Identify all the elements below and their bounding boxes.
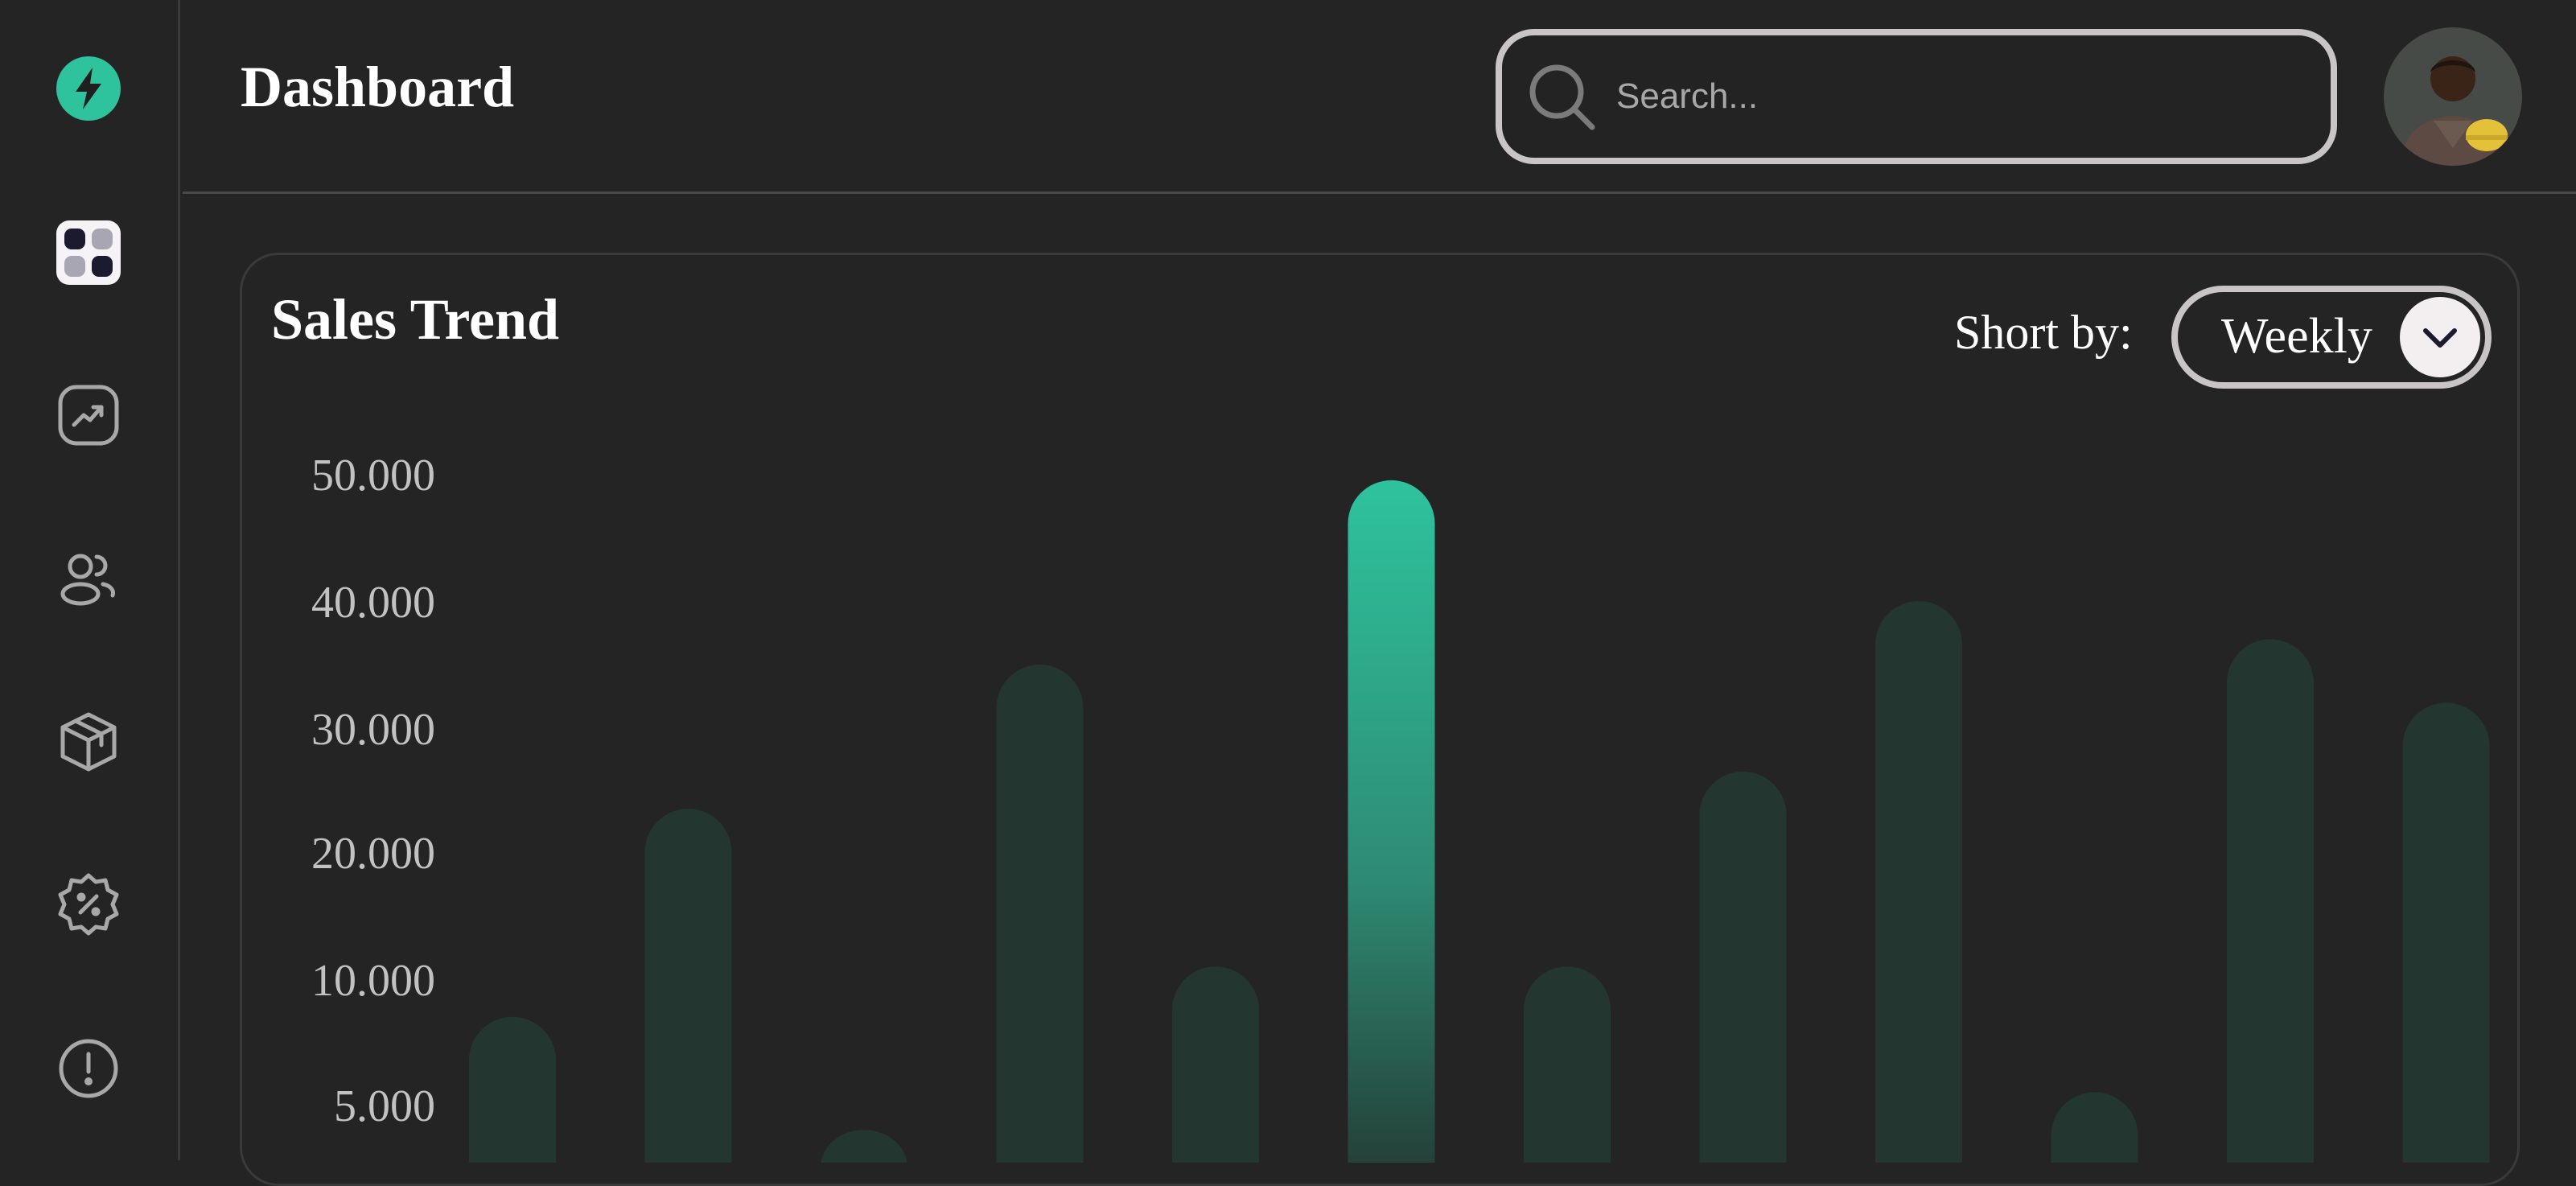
page-title: Dashboard (241, 55, 515, 119)
chart-bar[interactable] (1875, 601, 1962, 1163)
avatar[interactable] (2384, 27, 2522, 166)
y-tick-label: 50.000 (311, 451, 435, 500)
chart-bar[interactable] (1172, 966, 1259, 1163)
sales-trend-chart: 50.000 40.000 30.000 20.000 10.000 5.000 (311, 451, 2490, 1163)
trend-icon[interactable] (55, 381, 122, 449)
sales-trend-card: Sales Trend Short by: Weekly 50.000 40.00… (240, 253, 2520, 1186)
chart-bar[interactable] (644, 809, 732, 1163)
search-icon (1529, 64, 1595, 130)
chart-bar[interactable] (1699, 771, 1787, 1163)
users-icon[interactable] (55, 544, 122, 612)
discount-badge-icon[interactable] (55, 871, 122, 938)
grid-icon[interactable] (55, 219, 122, 286)
chart-bar[interactable] (2227, 639, 2314, 1163)
y-tick-label: 10.000 (311, 956, 435, 1006)
chart-bar-highlighted[interactable] (1348, 480, 1435, 1163)
chart-bar[interactable] (469, 1016, 556, 1163)
search-input[interactable] (1615, 55, 2306, 138)
y-tick-label: 20.000 (311, 829, 435, 879)
alert-circle-icon[interactable] (55, 1035, 122, 1102)
chart-bar[interactable] (1524, 966, 1611, 1163)
header: Dashboard (183, 0, 2576, 194)
box-icon[interactable] (55, 708, 122, 776)
lightning-bolt-icon[interactable] (55, 55, 122, 122)
chart-bar[interactable] (2402, 702, 2490, 1163)
y-tick-label: 40.000 (311, 578, 435, 628)
chart-bar[interactable] (996, 665, 1084, 1163)
chart-bar[interactable] (821, 1130, 907, 1163)
y-tick-label: 30.000 (311, 705, 435, 755)
chart-bar[interactable] (2051, 1092, 2138, 1163)
search-box[interactable] (1496, 29, 2337, 164)
y-tick-label: 5.000 (334, 1081, 435, 1131)
sidebar (0, 0, 180, 1160)
